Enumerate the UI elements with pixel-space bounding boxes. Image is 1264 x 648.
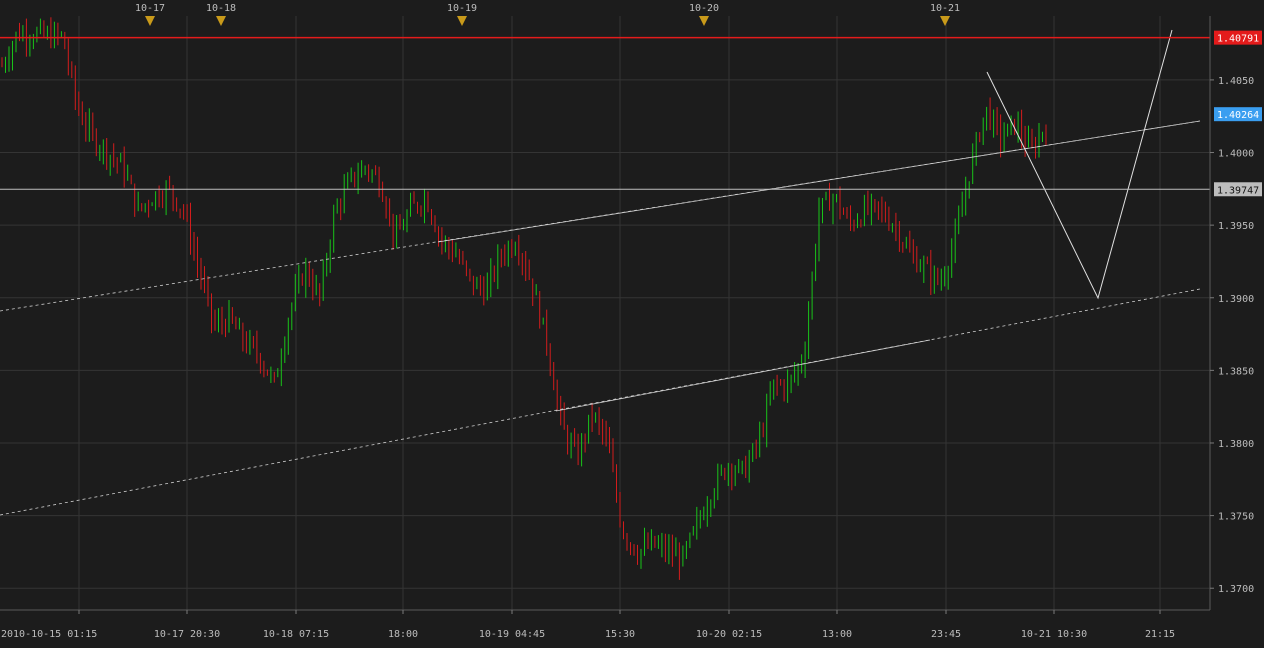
price-tag-label: 1.39747 (1217, 185, 1259, 196)
x-tick-label: 10-19 04:45 (479, 629, 545, 640)
y-tick-label: 1.3950 (1218, 221, 1254, 232)
x-tick-label: 10-21 10:30 (1021, 629, 1087, 640)
date-marker-label: 10-21 (930, 3, 960, 14)
date-marker-label: 10-19 (447, 3, 477, 14)
y-tick-label: 1.3750 (1218, 512, 1254, 523)
x-tick-label: 10-17 20:30 (154, 629, 220, 640)
chart-canvas[interactable]: 1.3700 1.3750 1.3800 1.3850 1.3900 1.3950 1.40… (0, 0, 1264, 644)
x-tick-label: 10-18 07:15 (263, 629, 329, 640)
x-tick-label: 15:30 (605, 629, 635, 640)
chart-background (0, 0, 1264, 644)
y-tick-label: 1.3900 (1218, 294, 1254, 305)
y-tick-label: 1.4000 (1218, 149, 1254, 160)
price-tag-label: 1.40264 (1217, 110, 1259, 121)
x-tick-label: 23:45 (931, 629, 961, 640)
date-marker-label: 10-20 (689, 3, 719, 14)
date-marker-label: 10-18 (206, 3, 236, 14)
y-tick-label: 1.3850 (1218, 366, 1254, 377)
y-tick-label: 1.4050 (1218, 76, 1254, 87)
x-tick-label: 10-20 02:15 (696, 629, 762, 640)
date-marker-label: 10-17 (135, 3, 165, 14)
y-tick-label: 1.3800 (1218, 439, 1254, 450)
x-tick-label: 21:15 (1145, 629, 1175, 640)
x-tick-label: 2010-10-15 01:15 (1, 629, 97, 640)
price-tag-label: 1.40791 (1217, 34, 1259, 45)
price-chart[interactable]: 1.3700 1.3750 1.3800 1.3850 1.3900 1.3950 1.40… (0, 0, 1264, 644)
y-tick-label: 1.3700 (1218, 584, 1254, 595)
x-tick-label: 18:00 (388, 629, 418, 640)
x-tick-label: 13:00 (822, 629, 852, 640)
